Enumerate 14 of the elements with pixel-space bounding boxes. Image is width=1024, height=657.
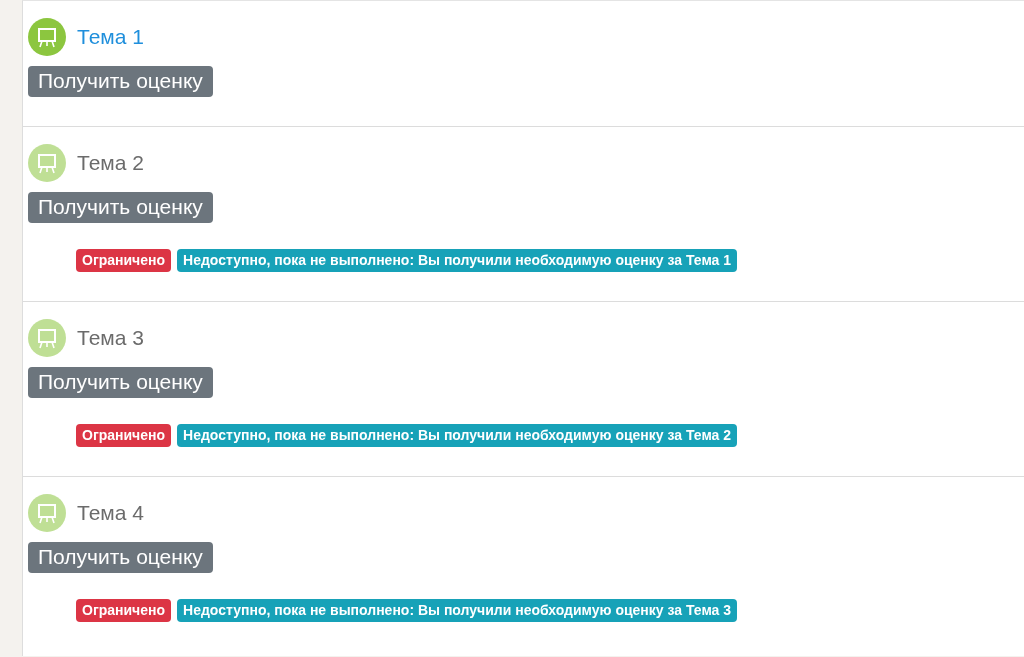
topic-link[interactable]: Тема 2 [77,151,144,175]
topic-link[interactable]: Тема 1 [77,25,144,49]
restriction-note: Недоступно, пока не выполнено: Вы получили необходимую оценку за Тема 1 [177,249,737,272]
get-grade-button[interactable]: Получить оценку [28,66,213,97]
get-grade-button[interactable]: Получить оценку [28,192,213,223]
restricted-badge: Ограничено [76,599,172,622]
topic-link[interactable]: Тема 4 [77,501,144,525]
restricted-badge: Ограничено [76,424,172,447]
restriction-note: Недоступно, пока не выполнено: Вы получили необходимую оценку за Тема 3 [177,599,737,622]
restricted-badge: Ограничено [76,249,172,272]
topic-link[interactable]: Тема 3 [77,326,144,350]
get-grade-button[interactable]: Получить оценку [28,542,213,573]
restriction-note: Недоступно, пока не выполнено: Вы получили необходимую оценку за Тема 2 [177,424,737,447]
get-grade-button[interactable]: Получить оценку [28,367,213,398]
